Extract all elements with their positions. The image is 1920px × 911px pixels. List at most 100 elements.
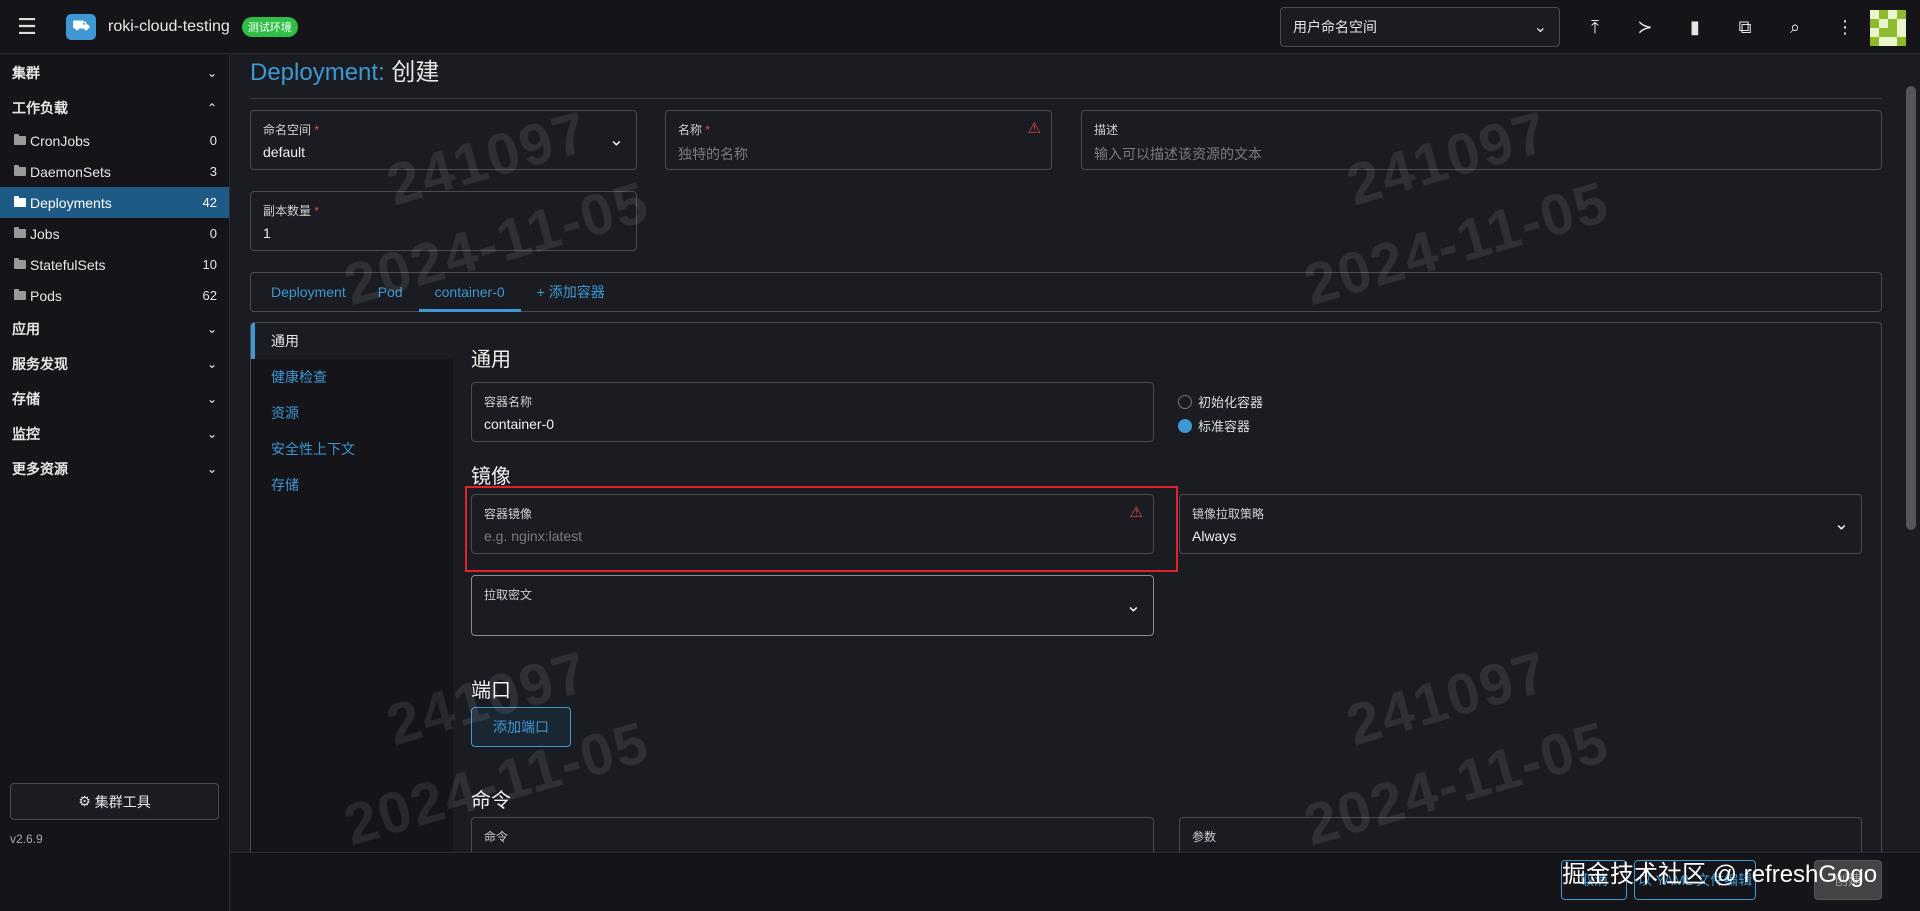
item-count: 0 <box>209 226 217 241</box>
subnav-storage[interactable]: 存储 <box>251 467 453 503</box>
field-label: 镜像拉取策略 <box>1192 507 1265 521</box>
chevron-up-icon: ⌃ <box>206 100 217 115</box>
namespace-select[interactable]: 用户命名空间 ⌄ <box>1280 7 1560 47</box>
container-name-field[interactable]: 容器名称 container-0 <box>471 382 1154 442</box>
radio-init-container[interactable]: 初始化容器 <box>1178 392 1263 411</box>
section-title-image: 镜像 <box>471 466 511 488</box>
page-title-action: 创建 <box>391 59 440 86</box>
field-label: 容器名称 <box>484 395 533 409</box>
sidebar-item-label: Jobs <box>30 225 60 242</box>
more-icon[interactable]: ⋮ <box>1820 0 1870 54</box>
name-placeholder: 独特的名称 <box>678 146 748 162</box>
env-badge: 测试环境 <box>241 16 298 37</box>
pull-secret-select[interactable]: 拉取密文 ⌄ <box>471 575 1154 636</box>
chevron-down-icon: ⌄ <box>206 356 217 371</box>
group-label: 存储 <box>12 390 40 407</box>
field-label: 容器镜像 <box>484 507 533 521</box>
item-count: 10 <box>202 257 217 272</box>
upload-icon[interactable]: ⤒ <box>1570 0 1620 54</box>
scrollbar[interactable] <box>1906 86 1916 530</box>
field-label: 拉取密文 <box>484 588 533 602</box>
subnav-security-context[interactable]: 安全性上下文 <box>251 431 453 467</box>
gear-icon: ⚙ <box>78 793 95 809</box>
chevron-down-icon: ⌄ <box>206 426 217 441</box>
group-label: 应用 <box>12 320 40 337</box>
version-label: v2.6.9 <box>10 832 43 846</box>
radio-standard-container[interactable]: 标准容器 <box>1178 416 1250 435</box>
item-count: 0 <box>209 133 217 148</box>
sidebar-group-apps[interactable]: 应用 ⌄ <box>0 311 229 346</box>
radio-dot <box>1178 394 1192 409</box>
radio-label: 标准容器 <box>1198 419 1251 434</box>
sidebar-group-service-discovery[interactable]: 服务发现 ⌄ <box>0 346 229 381</box>
sidebar-item-jobs[interactable]: Jobs 0 <box>0 218 229 249</box>
args-field[interactable]: 参数 <box>1179 817 1862 857</box>
command-field[interactable]: 命令 <box>471 817 1154 857</box>
cluster-tools-label: 集群工具 <box>94 793 151 810</box>
group-label: 工作负载 <box>12 99 68 116</box>
group-label: 集群 <box>12 64 40 81</box>
folder-icon <box>14 134 26 145</box>
search-icon[interactable]: ⌕ <box>1770 0 1820 54</box>
namespace-select-value: 用户命名空间 <box>1293 19 1377 35</box>
sidebar-item-label: StatefulSets <box>30 256 106 273</box>
field-label: 名称 * <box>678 123 711 137</box>
item-count: 3 <box>209 164 217 179</box>
sidebar-group-cluster[interactable]: 集群 ⌄ <box>0 55 229 90</box>
group-label: 监控 <box>12 425 40 442</box>
sidebar-group-more-resources[interactable]: 更多资源 ⌄ <box>0 451 229 486</box>
chevron-down-icon: ⌄ <box>206 461 217 476</box>
container-name-value: container-0 <box>484 416 555 432</box>
chevron-down-icon: ⌄ <box>1833 513 1849 534</box>
item-count: 62 <box>202 288 217 303</box>
add-container-button[interactable]: + 添加容器 <box>521 273 621 311</box>
sidebar-item-label: CronJobs <box>30 132 90 149</box>
sidebar-group-storage[interactable]: 存储 ⌄ <box>0 381 229 416</box>
chevron-down-icon: ⌄ <box>206 391 217 406</box>
chevron-down-icon: ⌄ <box>1533 19 1547 36</box>
chevron-down-icon: ⌄ <box>608 129 624 150</box>
subnav-health-check[interactable]: 健康检查 <box>251 359 453 395</box>
folder-icon <box>14 196 26 207</box>
folder-icon <box>14 165 26 176</box>
sidebar-item-deployments[interactable]: Deployments 42 <box>0 187 229 218</box>
subnav-general[interactable]: 通用 <box>251 323 453 359</box>
sidebar-item-label: Pods <box>30 287 62 304</box>
cluster-tools-button[interactable]: ⚙ 集群工具 <box>10 783 219 820</box>
sidebar-item-statefulsets[interactable]: StatefulSets 10 <box>0 249 229 280</box>
subnav-resources[interactable]: 资源 <box>251 395 453 431</box>
cluster-name[interactable]: roki-cloud-testing <box>108 18 230 36</box>
warning-icon: ⚠ <box>1027 120 1041 137</box>
terminal-icon[interactable]: ≻ <box>1620 0 1670 54</box>
sidebar-group-workloads[interactable]: 工作负载 ⌃ <box>0 90 229 125</box>
avatar[interactable] <box>1870 10 1906 46</box>
watermark-site: 掘金技术社区 @ refreshGogo <box>1562 861 1878 888</box>
field-label: 参数 <box>1192 830 1217 844</box>
file-icon[interactable]: ▮ <box>1670 0 1720 54</box>
copy-icon[interactable]: ⧉ <box>1720 0 1770 54</box>
field-label: 命令 <box>484 830 509 844</box>
chevron-down-icon: ⌄ <box>206 321 217 336</box>
chevron-down-icon: ⌄ <box>206 65 217 80</box>
image-placeholder: e.g. nginx:latest <box>484 528 583 544</box>
cluster-logo-icon: ⛟ <box>66 13 96 40</box>
folder-icon <box>14 289 26 300</box>
sidebar-item-pods[interactable]: Pods 62 <box>0 280 229 311</box>
divider <box>250 98 1882 99</box>
item-count: 42 <box>202 195 217 210</box>
sidebar-item-cronjobs[interactable]: CronJobs 0 <box>0 125 229 156</box>
container-image-field[interactable]: 容器镜像 e.g. nginx:latest ⚠ <box>471 494 1154 554</box>
warning-icon: ⚠ <box>1129 504 1143 521</box>
hamburger-menu-icon[interactable]: ☰ <box>0 0 54 54</box>
name-field[interactable]: 名称 * 独特的名称 ⚠ <box>665 110 1052 170</box>
sidebar-item-daemonsets[interactable]: DaemonSets 3 <box>0 156 229 187</box>
folder-icon <box>14 258 26 269</box>
group-label: 更多资源 <box>12 460 68 477</box>
radio-label: 初始化容器 <box>1198 395 1264 410</box>
pull-policy-select[interactable]: 镜像拉取策略 Always ⌄ <box>1179 494 1862 554</box>
sidebar-group-monitoring[interactable]: 监控 ⌄ <box>0 416 229 451</box>
chevron-down-icon: ⌄ <box>1125 595 1141 615</box>
folder-icon <box>14 227 26 238</box>
page-title-resource[interactable]: Deployment: <box>250 59 385 86</box>
header-actions: ⤒ ≻ ▮ ⧉ ⌕ ⋮ <box>1570 0 1870 54</box>
